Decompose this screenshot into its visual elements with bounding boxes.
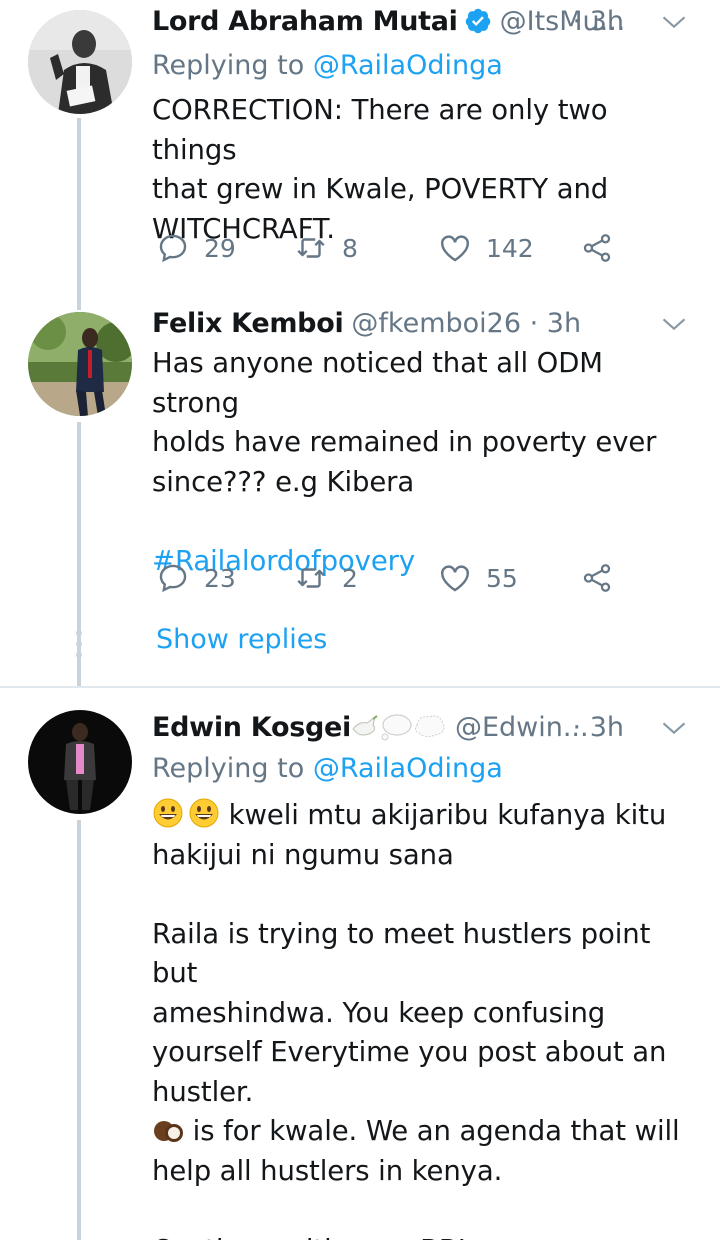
handle[interactable]: @fkemboi26 xyxy=(351,308,521,339)
timestamp[interactable]: · 3h xyxy=(573,2,624,42)
tweet-text-line: ameshindwa. You keep confusing xyxy=(152,996,606,1029)
coconut-emoji xyxy=(154,1121,183,1142)
chevron-down-icon[interactable] xyxy=(660,714,688,742)
replying-prefix: Replying to xyxy=(152,753,313,784)
thought-bubble-emoji xyxy=(414,715,445,738)
retweet-icon xyxy=(297,238,325,258)
replying-prefix: Replying to xyxy=(152,50,313,81)
tweet-text-line: is for kwale. We an agenda that will xyxy=(192,1115,680,1147)
tweet-text-line: Raila is trying to meet hustlers point b… xyxy=(152,917,651,990)
tweet-text-line: hakijui ni ngumu sana xyxy=(152,838,454,871)
display-name[interactable]: Edwin Kosgei xyxy=(152,712,351,743)
tweet-actions: 29 8 142 xyxy=(156,228,626,268)
like-count: 142 xyxy=(486,233,534,263)
reply-count: 23 xyxy=(204,563,236,593)
tweet-text-line: that grew in Kwale, POVERTY and xyxy=(152,173,609,205)
tweet-text: CORRECTION: There are only two things th… xyxy=(152,91,696,249)
timestamp[interactable]: · 3h xyxy=(530,308,581,339)
share-button[interactable] xyxy=(580,228,628,268)
tweet-text-line: holds have remained in poverty ever xyxy=(152,426,657,458)
tweet-text: kweli mtu akijaribu kufanya kitu hakijui… xyxy=(152,796,696,1240)
display-name[interactable]: Lord Abraham Mutai xyxy=(152,6,458,37)
like-button[interactable]: 142 xyxy=(438,228,534,268)
tweet-text: Has anyone noticed that all ODM strong h… xyxy=(152,344,696,581)
tweet-felix-kemboi[interactable]: Felix Kemboi @fkemboi26 · 3h Has anyone n… xyxy=(0,290,720,686)
like-icon xyxy=(441,235,469,262)
timestamp[interactable]: · 3h xyxy=(573,708,624,748)
share-button[interactable] xyxy=(580,558,628,598)
retweet-button[interactable]: 2 xyxy=(294,558,358,598)
avatar[interactable] xyxy=(28,710,132,814)
chevron-down-icon[interactable] xyxy=(660,310,688,338)
retweet-count: 2 xyxy=(342,563,358,593)
like-icon xyxy=(441,565,469,592)
dove-emoji xyxy=(352,715,378,736)
like-button[interactable]: 55 xyxy=(438,558,518,598)
reply-button[interactable]: 23 xyxy=(156,558,236,598)
thread-line xyxy=(77,290,81,310)
retweet-button[interactable]: 8 xyxy=(294,228,358,268)
tweet-text-line: help all hustlers in kenya. xyxy=(152,1154,503,1187)
tweet-header: Felix Kemboi @fkemboi26 · 3h xyxy=(152,304,696,344)
tweet-header: Lord Abraham Mutai @ItsMu... · 3h xyxy=(152,2,696,42)
like-count: 55 xyxy=(486,563,518,593)
tweet-text-line: kweli mtu akijaribu kufanya kitu xyxy=(228,799,667,831)
reply-count: 29 xyxy=(204,233,236,263)
avatar[interactable] xyxy=(28,312,132,416)
replying-to: Replying to @RailaOdinga xyxy=(152,750,503,788)
tweet-lord-abraham[interactable]: Lord Abraham Mutai @ItsMu... · 3h Replyin… xyxy=(0,0,720,290)
share-icon xyxy=(583,564,611,592)
replying-to: Replying to @RailaOdinga xyxy=(152,47,503,85)
reply-button[interactable]: 29 xyxy=(156,228,236,268)
avatar[interactable] xyxy=(28,10,132,114)
replying-to-link[interactable]: @RailaOdinga xyxy=(313,753,503,784)
chevron-down-icon[interactable] xyxy=(660,8,688,36)
handle[interactable]: @Edwin... xyxy=(455,712,589,743)
verified-badge-icon xyxy=(465,8,490,34)
show-replies-link[interactable]: Show replies xyxy=(156,624,327,655)
grinning-emoji xyxy=(189,798,219,828)
grinning-emoji xyxy=(153,798,183,828)
retweet-count: 8 xyxy=(342,233,358,263)
share-icon xyxy=(583,234,611,262)
thought-bubble-emoji xyxy=(381,714,412,741)
tweet-header: Edwin Kosgei @Edwin... · 3h xyxy=(152,708,696,748)
tweet-text-line: yourself Everytime you post about an xyxy=(152,1036,667,1068)
more-replies-dots-icon xyxy=(75,630,83,663)
tweet-text-line: since??? e.g Kibera xyxy=(152,465,415,498)
reply-icon xyxy=(159,564,187,593)
tweet-edwin-kosgei[interactable]: Edwin Kosgei @Edwin... · 3h Replying to @… xyxy=(0,688,720,1240)
retweet-icon xyxy=(297,568,325,588)
replying-to-link[interactable]: @RailaOdinga xyxy=(313,50,503,81)
tweet-actions: 23 2 55 xyxy=(156,558,626,598)
tweet-text-line: Continue with your BBI xyxy=(152,1231,696,1240)
reply-icon xyxy=(159,234,187,263)
tweet-text-line: hustler. xyxy=(152,1075,254,1108)
thread-line xyxy=(77,820,81,1240)
tweet-text-line: CORRECTION: There are only two things xyxy=(152,94,608,166)
tweet-text-line: Has anyone noticed that all ODM strong xyxy=(152,347,603,419)
thread-line xyxy=(77,118,81,290)
display-name[interactable]: Felix Kemboi xyxy=(152,308,344,339)
